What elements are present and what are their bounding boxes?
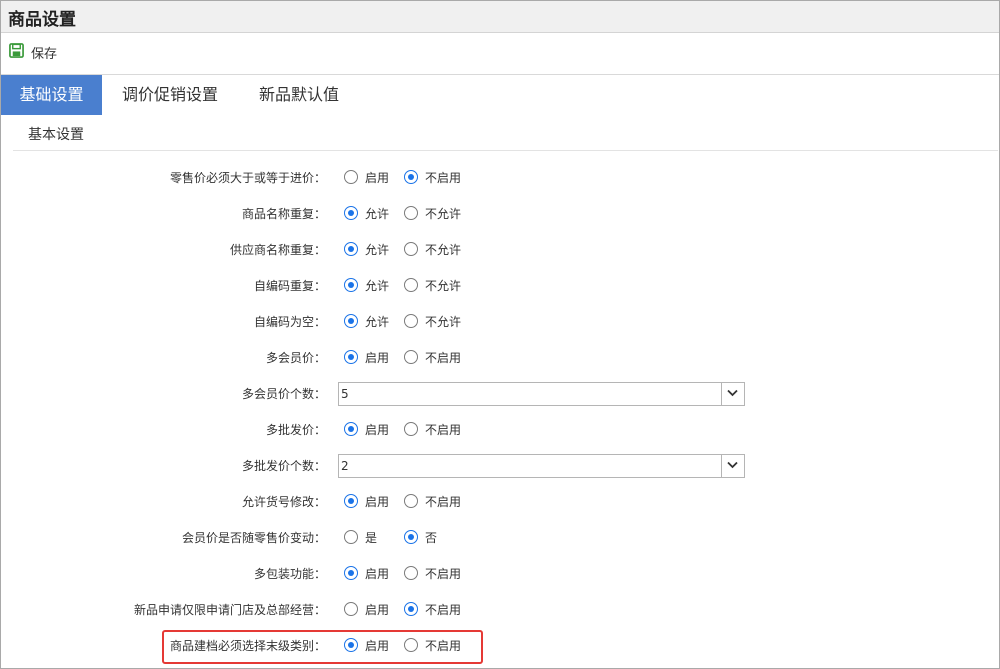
radio-option-label[interactable]: 不启用: [425, 421, 461, 438]
radio-unchecked[interactable]: [344, 530, 358, 544]
save-button-label: 保存: [31, 46, 58, 62]
radio-option-label[interactable]: 启用: [365, 421, 389, 438]
chevron-down-icon[interactable]: [721, 383, 744, 405]
radio-unchecked[interactable]: [404, 422, 418, 436]
setting-row: 自编码重复： 允许 不允许: [0, 274, 1000, 298]
radio-option-label[interactable]: 启用: [365, 493, 389, 510]
tab-bar: 基础设置 调价促销设置 新品默认值: [1, 75, 999, 115]
radio-unchecked[interactable]: [404, 566, 418, 580]
radio-checked[interactable]: [344, 278, 358, 292]
setting-label: 多包装功能：: [253, 567, 326, 581]
radio-unchecked[interactable]: [344, 602, 358, 616]
radio-unchecked[interactable]: [404, 242, 418, 256]
setting-label: 自编码重复：: [253, 279, 326, 293]
setting-row: 商品建档必须选择末级类别： 启用 不启用: [0, 634, 1000, 658]
radio-unchecked[interactable]: [404, 494, 418, 508]
setting-row: 允许货号修改： 启用 不启用: [0, 490, 1000, 514]
tab-basic-settings[interactable]: 基础设置: [1, 75, 102, 115]
setting-row: 多会员价个数： 5: [0, 382, 1000, 406]
radio-option-label[interactable]: 允许: [365, 241, 389, 258]
save-icon: [9, 42, 24, 62]
radio-checked[interactable]: [344, 422, 358, 436]
radio-checked[interactable]: [404, 530, 418, 544]
setting-label: 会员价是否随零售价变动：: [181, 531, 326, 545]
radio-option-label[interactable]: 不允许: [425, 277, 461, 294]
select-value: 5: [341, 387, 349, 401]
radio-option-label[interactable]: 不允许: [425, 241, 461, 258]
radio-option-label[interactable]: 允许: [365, 313, 389, 330]
section-divider: [13, 150, 998, 151]
save-button[interactable]: 保存: [9, 42, 57, 62]
radio-checked[interactable]: [344, 314, 358, 328]
chevron-down-icon[interactable]: [721, 455, 744, 477]
setting-row: 多批发价： 启用 不启用: [0, 418, 1000, 442]
radio-checked[interactable]: [404, 170, 418, 184]
count-select[interactable]: 2: [338, 454, 745, 478]
setting-row: 自编码为空： 允许 不允许: [0, 310, 1000, 334]
radio-option-label[interactable]: 不启用: [425, 169, 461, 186]
setting-row: 多会员价： 启用 不启用: [0, 346, 1000, 370]
tab-new-item-defaults[interactable]: 新品默认值: [244, 75, 354, 115]
radio-option-label[interactable]: 不启用: [425, 493, 461, 510]
setting-label: 自编码为空：: [253, 315, 326, 329]
window-title: 商品设置: [8, 10, 76, 30]
radio-checked[interactable]: [404, 602, 418, 616]
tab-price-promotion[interactable]: 调价促销设置: [106, 75, 234, 115]
radio-checked[interactable]: [344, 206, 358, 220]
radio-option-label[interactable]: 不允许: [425, 313, 461, 330]
toolbar: 保存: [1, 33, 999, 75]
select-value: 2: [341, 459, 349, 473]
setting-label: 商品名称重复：: [241, 207, 326, 221]
radio-checked[interactable]: [344, 494, 358, 508]
setting-row: 商品名称重复： 允许 不允许: [0, 202, 1000, 226]
radio-option-label[interactable]: 是: [365, 529, 377, 546]
radio-unchecked[interactable]: [404, 350, 418, 364]
setting-row: 新品申请仅限申请门店及总部经营： 启用 不启用: [0, 598, 1000, 622]
setting-label: 零售价必须大于或等于进价：: [169, 171, 326, 185]
setting-row: 会员价是否随零售价变动： 是 否: [0, 526, 1000, 550]
radio-checked[interactable]: [344, 566, 358, 580]
radio-option-label[interactable]: 不启用: [425, 565, 461, 582]
section-title: 基本设置: [28, 127, 84, 143]
setting-label: 供应商名称重复：: [229, 243, 326, 257]
radio-option-label[interactable]: 允许: [365, 277, 389, 294]
radio-option-label[interactable]: 启用: [365, 169, 389, 186]
highlight-box: [162, 630, 483, 664]
radio-option-label[interactable]: 启用: [365, 601, 389, 618]
setting-row: 供应商名称重复： 允许 不允许: [0, 238, 1000, 262]
radio-option-label[interactable]: 不允许: [425, 205, 461, 222]
setting-row: 多包装功能： 启用 不启用: [0, 562, 1000, 586]
radio-option-label[interactable]: 允许: [365, 205, 389, 222]
setting-label: 多批发价个数：: [241, 459, 326, 473]
radio-option-label[interactable]: 不启用: [425, 349, 461, 366]
radio-unchecked[interactable]: [404, 314, 418, 328]
setting-row: 多批发价个数： 2: [0, 454, 1000, 478]
radio-unchecked[interactable]: [344, 170, 358, 184]
radio-option-label[interactable]: 否: [425, 529, 437, 546]
count-select[interactable]: 5: [338, 382, 745, 406]
radio-option-label[interactable]: 启用: [365, 349, 389, 366]
title-bar: 商品设置: [1, 1, 999, 33]
setting-label: 多批发价：: [265, 423, 326, 437]
setting-label: 多会员价：: [265, 351, 326, 365]
setting-label: 多会员价个数：: [241, 387, 326, 401]
setting-label: 新品申请仅限申请门店及总部经营：: [133, 603, 326, 617]
radio-checked[interactable]: [344, 242, 358, 256]
radio-option-label[interactable]: 不启用: [425, 601, 461, 618]
radio-option-label[interactable]: 启用: [365, 565, 389, 582]
setting-row: 零售价必须大于或等于进价： 启用 不启用: [0, 166, 1000, 190]
setting-label: 允许货号修改：: [241, 495, 326, 509]
radio-unchecked[interactable]: [404, 206, 418, 220]
radio-unchecked[interactable]: [404, 278, 418, 292]
radio-checked[interactable]: [344, 350, 358, 364]
